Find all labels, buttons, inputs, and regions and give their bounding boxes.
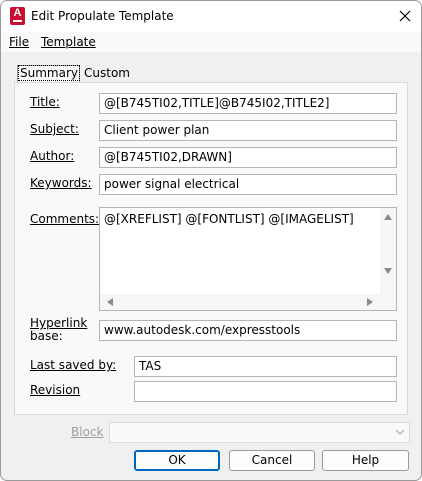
scrollbar-corner [380, 294, 396, 310]
close-icon [399, 10, 411, 22]
dialog-window: A Edit Propulate Template File Template … [0, 0, 422, 481]
app-icon-bar [13, 20, 22, 22]
menu-file-label: File [9, 35, 30, 49]
author-label: Author: [30, 149, 75, 163]
menu-template-label: Template [41, 35, 96, 49]
block-label: Block [71, 425, 104, 439]
ok-button[interactable]: OK [134, 450, 220, 471]
tab-summary[interactable]: Summary [17, 65, 80, 82]
help-button[interactable]: Help [322, 450, 409, 471]
keywords-field[interactable]: power signal electrical [99, 174, 397, 195]
keywords-label: Keywords: [30, 176, 92, 190]
scroll-right-icon[interactable] [367, 298, 373, 306]
autocad-app-icon: A [10, 7, 25, 25]
subject-field[interactable]: Client power plan [99, 120, 397, 141]
close-button[interactable] [391, 4, 419, 28]
tab-custom-label: Custom [84, 66, 130, 80]
comments-vertical-scrollbar[interactable] [380, 208, 396, 296]
scroll-down-icon[interactable] [384, 268, 392, 274]
tab-summary-label: Summary [18, 65, 80, 81]
title-label: Title: [30, 95, 60, 109]
scroll-up-icon[interactable] [384, 214, 392, 220]
app-icon-letter: A [13, 7, 22, 19]
cancel-button[interactable]: Cancel [229, 450, 315, 471]
comments-label: Comments: [30, 212, 100, 226]
menu-template[interactable]: Template [41, 35, 96, 49]
comments-textarea[interactable]: @[XREFLIST] @[FONTLIST] @[IMAGELIST] [99, 207, 397, 311]
hyperlink-base-field[interactable]: www.autodesk.com/expresstools [99, 320, 397, 341]
scroll-left-icon[interactable] [107, 298, 113, 306]
tab-custom[interactable]: Custom [81, 67, 133, 82]
subject-label: Subject: [30, 122, 79, 136]
menu-bar: File Template [1, 32, 421, 52]
last-saved-by-field[interactable]: TAS [134, 356, 397, 377]
author-field[interactable]: @[B745TI02,DRAWN] [99, 147, 397, 168]
window-title: Edit Propulate Template [31, 9, 174, 23]
revision-field[interactable] [134, 381, 397, 402]
hyperlink-label-line2: base: [30, 329, 63, 343]
block-dropdown[interactable] [109, 422, 410, 443]
title-bar: A Edit Propulate Template [1, 1, 421, 32]
revision-label: Revision [30, 383, 81, 397]
chevron-down-icon [395, 429, 405, 435]
menu-file[interactable]: File [9, 35, 29, 49]
last-saved-by-label: Last saved by: [30, 358, 117, 372]
comments-text: @[XREFLIST] @[FONTLIST] @[IMAGELIST] [104, 212, 354, 226]
hyperlink-base-label: Hyperlink base: [30, 317, 87, 343]
title-field[interactable]: @[B745TI02,TITLE]@B745I02,TITLE2] [99, 93, 397, 114]
comments-horizontal-scrollbar[interactable] [100, 294, 380, 310]
